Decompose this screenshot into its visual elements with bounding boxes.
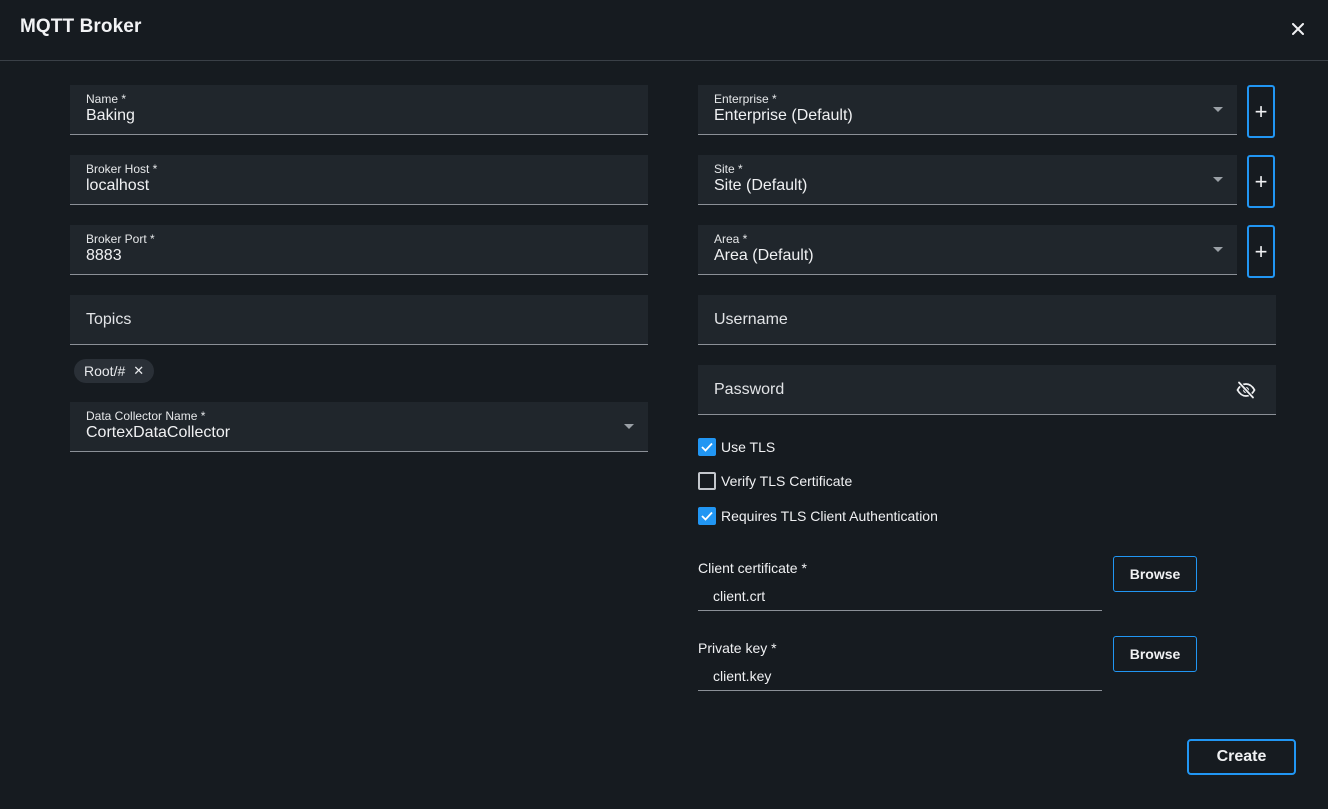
private-key-value: client.key	[713, 668, 772, 684]
use-tls-checkbox[interactable]	[698, 438, 716, 456]
topics-input[interactable]: Topics	[70, 295, 648, 345]
chevron-down-icon	[1213, 107, 1223, 112]
verify-tls-row[interactable]: Verify TLS Certificate	[698, 471, 852, 491]
close-button[interactable]	[1284, 15, 1312, 43]
broker-host-value: localhost	[86, 177, 150, 194]
use-tls-label: Use TLS	[721, 439, 776, 455]
data-collector-value: CortexDataCollector	[86, 424, 231, 441]
checkmark-icon	[701, 442, 713, 452]
broker-port-value: 8883	[86, 247, 122, 264]
broker-host-label: Broker Host *	[86, 162, 158, 176]
topic-chip: Root/# ✕	[74, 359, 155, 383]
password-input[interactable]: Password	[698, 365, 1276, 415]
site-select[interactable]: Site * Site (Default)	[698, 155, 1237, 205]
name-field[interactable]: Name * Baking	[70, 85, 648, 135]
add-area-button[interactable]: +	[1247, 225, 1275, 278]
chevron-down-icon	[624, 424, 634, 429]
create-button[interactable]: Create	[1187, 739, 1296, 775]
area-label: Area *	[714, 232, 748, 246]
private-key-label: Private key *	[698, 640, 777, 656]
password-placeholder: Password	[714, 381, 785, 398]
enterprise-value: Enterprise (Default)	[714, 107, 853, 124]
checkmark-icon	[701, 511, 713, 521]
data-collector-label: Data Collector Name *	[86, 409, 206, 423]
client-auth-checkbox[interactable]	[698, 507, 716, 525]
client-certificate-input[interactable]: client.crt	[698, 581, 1102, 611]
topics-placeholder: Topics	[86, 311, 132, 328]
enterprise-label: Enterprise *	[714, 92, 777, 106]
topic-chip-label: Root/#	[84, 363, 126, 379]
use-tls-row[interactable]: Use TLS	[698, 437, 775, 457]
verify-tls-label: Verify TLS Certificate	[721, 473, 853, 489]
plus-icon: +	[1254, 168, 1268, 194]
dialog-title: MQTT Broker	[20, 16, 142, 37]
site-label: Site *	[714, 162, 743, 176]
chip-remove-icon[interactable]: ✕	[133, 363, 144, 379]
broker-port-label: Broker Port *	[86, 232, 155, 246]
name-value: Baking	[86, 107, 135, 124]
mqtt-broker-dialog: MQTT Broker Name * Baking Broker Host * …	[0, 0, 1328, 809]
client-auth-label: Requires TLS Client Authentication	[721, 508, 938, 524]
add-site-button[interactable]: +	[1247, 155, 1275, 208]
name-label: Name *	[86, 92, 127, 106]
username-input[interactable]: Username	[698, 295, 1276, 345]
plus-icon: +	[1254, 238, 1268, 264]
plus-icon: +	[1254, 98, 1268, 124]
area-value: Area (Default)	[714, 247, 814, 264]
private-key-input[interactable]: client.key	[698, 661, 1102, 691]
enterprise-select[interactable]: Enterprise * Enterprise (Default)	[698, 85, 1237, 135]
broker-host-field[interactable]: Broker Host * localhost	[70, 155, 648, 205]
chevron-down-icon	[1213, 177, 1223, 182]
toggle-password-visibility-button[interactable]	[1236, 380, 1256, 400]
broker-port-field[interactable]: Broker Port * 8883	[70, 225, 648, 275]
client-auth-row[interactable]: Requires TLS Client Authentication	[698, 506, 938, 526]
area-select[interactable]: Area * Area (Default)	[698, 225, 1237, 275]
client-certificate-value: client.crt	[713, 588, 766, 604]
site-value: Site (Default)	[714, 177, 808, 194]
eye-off-icon	[1236, 381, 1256, 399]
add-enterprise-button[interactable]: +	[1247, 85, 1275, 138]
username-placeholder: Username	[714, 311, 788, 328]
chevron-down-icon	[1213, 247, 1223, 252]
browse-private-key-button[interactable]: Browse	[1113, 636, 1197, 672]
data-collector-select[interactable]: Data Collector Name * CortexDataCollecto…	[70, 402, 648, 452]
verify-tls-checkbox[interactable]	[698, 472, 716, 490]
dialog-header: MQTT Broker	[0, 0, 1328, 61]
browse-certificate-button[interactable]: Browse	[1113, 556, 1197, 592]
client-certificate-label: Client certificate *	[698, 560, 807, 576]
close-icon	[1292, 23, 1304, 35]
